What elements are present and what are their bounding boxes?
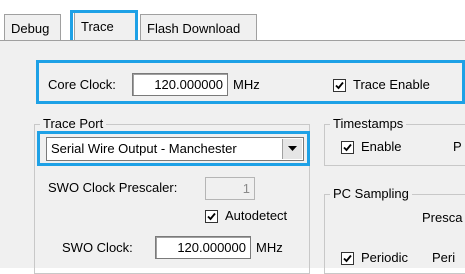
swo-clock-label: SWO Clock:: [62, 240, 133, 255]
swo-prescaler-input[interactable]: 1: [205, 177, 255, 200]
checkmark-icon: [343, 143, 352, 152]
autodetect-label: Autodetect: [225, 208, 288, 223]
trace-port-highlight: [37, 131, 310, 166]
periodic-checkbox[interactable]: [341, 252, 354, 265]
swo-prescaler-value: 1: [242, 181, 250, 196]
swo-clock-value: 120.000000: [177, 240, 246, 255]
pc-sampling-prescaler-partial: Presca: [422, 210, 463, 225]
tab-flash-download[interactable]: Flash Download: [140, 14, 257, 41]
swo-clock-input[interactable]: 120.000000: [155, 236, 251, 259]
timestamps-prescaler-partial: P: [453, 139, 462, 154]
pc-sampling-title: PC Sampling: [330, 186, 412, 201]
period-partial: Peri: [432, 250, 456, 265]
core-clock-highlight: [36, 60, 465, 104]
checkmark-icon: [343, 254, 352, 263]
timestamps-title: Timestamps: [330, 116, 407, 131]
tab-debug[interactable]: Debug: [4, 14, 61, 41]
swo-clock-unit: MHz: [256, 240, 283, 255]
swo-prescaler-label: SWO Clock Prescaler:: [48, 180, 178, 195]
timestamps-enable-checkbox[interactable]: [341, 141, 354, 154]
checkmark-icon: [207, 212, 216, 221]
timestamps-enable-label: Enable: [361, 139, 402, 154]
tab-flash-download-label: Flash Download: [147, 21, 241, 36]
periodic-label: Periodic: [361, 250, 408, 265]
tab-debug-label: Debug: [11, 21, 50, 36]
autodetect-checkbox[interactable]: [205, 210, 218, 223]
trace-port-title: Trace Port: [40, 116, 107, 131]
